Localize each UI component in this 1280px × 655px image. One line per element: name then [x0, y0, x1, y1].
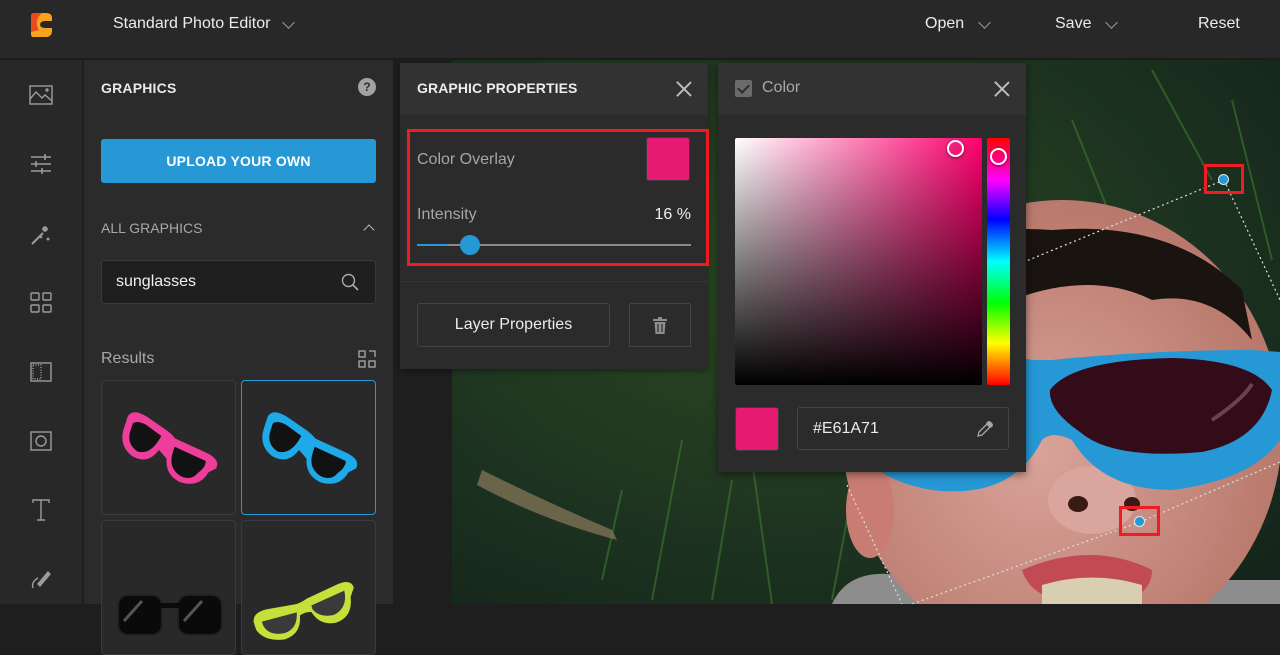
trash-icon [653, 316, 667, 334]
panel-title: GRAPHIC PROPERTIES [417, 80, 578, 96]
hex-input[interactable] [813, 408, 963, 449]
close-icon[interactable] [676, 81, 692, 97]
editor-mode-label: Standard Photo Editor [113, 15, 271, 32]
chevron-down-icon [978, 15, 992, 29]
chevron-down-icon [1105, 15, 1119, 29]
search-box [101, 260, 376, 304]
slider-thumb[interactable] [459, 235, 480, 255]
sidebar-item-text[interactable] [28, 497, 54, 523]
eyedropper-icon[interactable] [976, 420, 994, 438]
result-tile[interactable] [101, 380, 236, 515]
app-logo[interactable] [28, 12, 54, 38]
results-label: Results [101, 350, 155, 367]
close-icon[interactable] [994, 81, 1010, 97]
saturation-brightness-field[interactable] [735, 138, 982, 385]
divider [400, 281, 708, 282]
panel-header: GRAPHIC PROPERTIES [400, 63, 708, 115]
sidebar-item-adjust[interactable] [28, 151, 54, 177]
resize-handle[interactable] [1134, 516, 1145, 527]
reset-label: Reset [1198, 15, 1240, 32]
sidebar-item-image[interactable] [28, 82, 54, 108]
hex-field [797, 407, 1009, 450]
black-sunglasses-thumbnail [117, 594, 223, 636]
magic-wand-icon [31, 226, 50, 245]
top-bar: Standard Photo Editor Open Save Reset [0, 0, 1280, 59]
panel-header: Color [718, 63, 1026, 115]
reset-button[interactable]: Reset [1198, 15, 1240, 33]
editor-mode-dropdown[interactable]: Standard Photo Editor [113, 15, 296, 33]
panel-title: Color [762, 79, 801, 96]
intensity-value: 16 % [654, 206, 691, 223]
intensity-label: Intensity [417, 206, 477, 223]
section-label: ALL GRAPHICS [101, 220, 203, 236]
rotate-handle[interactable] [1218, 174, 1229, 185]
tool-sidebar [0, 60, 83, 604]
sidebar-item-frames[interactable] [28, 359, 54, 385]
result-tile[interactable] [241, 520, 376, 655]
lime-sunglasses-thumbnail [253, 582, 354, 640]
brush-icon [31, 570, 51, 589]
hue-handle[interactable] [990, 147, 1007, 165]
intensity-slider[interactable] [417, 235, 691, 255]
search-input[interactable] [116, 261, 336, 303]
panel-title: GRAPHICS [101, 80, 177, 96]
layer-properties-button[interactable]: Layer Properties [417, 303, 610, 347]
hue-slider[interactable] [987, 138, 1010, 385]
save-menu-button[interactable]: Save [1055, 15, 1119, 33]
image-icon [29, 85, 53, 105]
sidebar-item-graphics[interactable] [28, 290, 54, 316]
grid-view-toggle-icon[interactable] [358, 350, 376, 368]
blue-sunglasses-thumbnail [262, 412, 358, 484]
color-overlay-swatch[interactable] [646, 137, 690, 181]
frame-icon [30, 362, 52, 382]
chevron-up-icon[interactable] [363, 224, 375, 236]
graphics-panel: GRAPHICS ? UPLOAD YOUR OWN ALL GRAPHICS … [84, 60, 393, 655]
open-menu-button[interactable]: Open [925, 15, 992, 33]
open-label: Open [925, 15, 965, 32]
result-tile[interactable] [101, 520, 236, 655]
grid-icon [30, 292, 52, 313]
upload-your-own-button[interactable]: UPLOAD YOUR OWN [101, 139, 376, 183]
result-tile-selected[interactable] [241, 380, 376, 515]
sidebar-item-vignette[interactable] [28, 428, 54, 454]
chevron-down-icon [282, 15, 296, 29]
help-icon[interactable]: ? [358, 78, 376, 96]
text-icon [32, 499, 50, 521]
pink-sunglasses-thumbnail [122, 412, 218, 484]
sidebar-item-effects[interactable] [28, 222, 54, 248]
save-label: Save [1055, 15, 1092, 32]
delete-layer-button[interactable] [629, 303, 691, 347]
color-handle[interactable] [946, 139, 964, 157]
graphic-properties-panel: GRAPHIC PROPERTIES Color Overlay Intensi… [400, 63, 709, 369]
sliders-icon [31, 154, 51, 174]
current-color-swatch [735, 407, 779, 451]
circle-frame-icon [30, 431, 52, 451]
color-enable-checkbox[interactable] [735, 80, 752, 97]
search-icon[interactable] [341, 273, 359, 291]
color-picker-panel: Color [718, 63, 1026, 472]
sidebar-item-draw[interactable] [28, 566, 54, 592]
slider-fill [417, 244, 448, 246]
color-overlay-label: Color Overlay [417, 151, 515, 168]
